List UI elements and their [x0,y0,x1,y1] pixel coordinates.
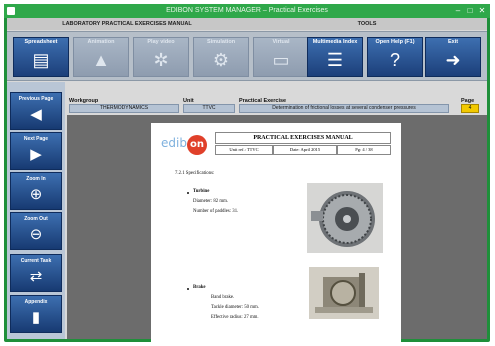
toolbar: Spreadsheet ▤ Animation ▲ Play video ✲ S… [7,31,487,81]
unit-reference: Unit ref.: TTVC [215,145,273,155]
appendix-button[interactable]: Appendix ▮ [10,295,62,333]
bullet [187,288,189,290]
brake-type: Band brake. [211,295,235,300]
current-task-button[interactable]: Current Task ⇄ [10,254,62,292]
navigation-sidebar: Previous Page ◀ Next Page ▶ Zoom In ⊕ Zo… [7,82,65,339]
close-button[interactable]: ✕ [476,4,488,18]
exercise-info-bar: Workgroup THERMODYNAMICS Unit TTVC Pract… [67,98,487,116]
zoom-out-icon: ⊖ [29,226,43,243]
manual-header: edib on PRACTICAL EXERCISES MANUAL Unit r… [161,129,391,159]
current-task-icon: ⇄ [29,268,43,285]
workgroup-field: THERMODYNAMICS [69,104,179,113]
turbine-photo [307,183,383,253]
simulation-icon: ⚙ [212,50,230,70]
app-icon [7,7,15,15]
document-viewer[interactable]: edib on PRACTICAL EXERCISES MANUAL Unit r… [67,115,487,346]
video-reel-icon: ✲ [153,50,169,70]
turbine-heading: Turbine [193,189,210,194]
appendix-icon: ▮ [31,309,41,326]
edibon-logo: edib on [161,133,213,155]
simulation-button[interactable]: Simulation ⚙ [193,37,249,77]
window-title: EDIBON SYSTEM MANAGER – Practical Exerci… [166,7,328,14]
play-video-button[interactable]: Play video ✲ [133,37,189,77]
spreadsheet-icon: ▤ [32,50,50,70]
manual-page: edib on PRACTICAL EXERCISES MANUAL Unit r… [151,123,401,346]
multimedia-index-button[interactable]: Multimedia Index ☰ [307,37,363,77]
brake-effective-radius: Effective radius: 27 mm. [211,315,259,320]
spreadsheet-button[interactable]: Spreadsheet ▤ [13,37,69,77]
animation-button[interactable]: Animation ▲ [73,37,129,77]
zoom-out-button[interactable]: Zoom Out ⊖ [10,212,62,250]
animation-icon: ▲ [92,50,110,70]
next-page-icon: ▶ [30,146,42,163]
exit-button[interactable]: Exit ➜ [425,37,481,77]
client-area: LABORATORY PRACTICAL EXERCISES MANUAL TO… [7,18,487,346]
virtual-button[interactable]: Virtual ▭ [253,37,309,77]
unit-field: TTVC [183,104,235,113]
zoom-in-button[interactable]: Zoom In ⊕ [10,172,62,210]
exercise-field: Determination of frictional losses at se… [239,104,449,113]
document-page: Pg: 4 / 38 [337,145,391,155]
manual-title: PRACTICAL EXERCISES MANUAL [215,132,391,144]
minimize-button[interactable]: – [452,4,464,18]
exit-icon: ➜ [445,50,461,70]
previous-page-icon: ◀ [30,106,42,123]
brake-tackle-diameter: Tackle diameter: 50 mm. [211,305,259,310]
turbine-paddles: Number of paddles: 31. [193,209,239,214]
maximize-button[interactable]: □ [464,4,476,18]
previous-page-button[interactable]: Previous Page ◀ [10,92,62,130]
help-icon: ? [389,50,400,70]
zoom-in-icon: ⊕ [29,186,43,203]
tools-section-label: TOOLS [357,21,377,27]
app-window: EDIBON SYSTEM MANAGER – Practical Exerci… [4,4,490,346]
brake-heading: Brake [193,285,206,290]
section-heading: 7.2.1 Specifications: [175,171,215,176]
open-help-button[interactable]: Open Help (F1) ? [367,37,423,77]
document-date: Date: April 2015 [273,145,337,155]
next-page-button[interactable]: Next Page ▶ [10,132,62,170]
virtual-icon: ▭ [272,50,290,70]
manual-section-label: LABORATORY PRACTICAL EXERCISES MANUAL [62,21,192,27]
page-number-badge: 4 [461,104,479,113]
title-bar: EDIBON SYSTEM MANAGER – Practical Exerci… [4,4,490,18]
section-headers: LABORATORY PRACTICAL EXERCISES MANUAL TO… [7,18,487,30]
brake-photo [309,267,379,319]
multimedia-index-icon: ☰ [326,50,344,70]
turbine-diameter: Diameter: 82 mm. [193,199,229,204]
bullet [187,192,189,194]
